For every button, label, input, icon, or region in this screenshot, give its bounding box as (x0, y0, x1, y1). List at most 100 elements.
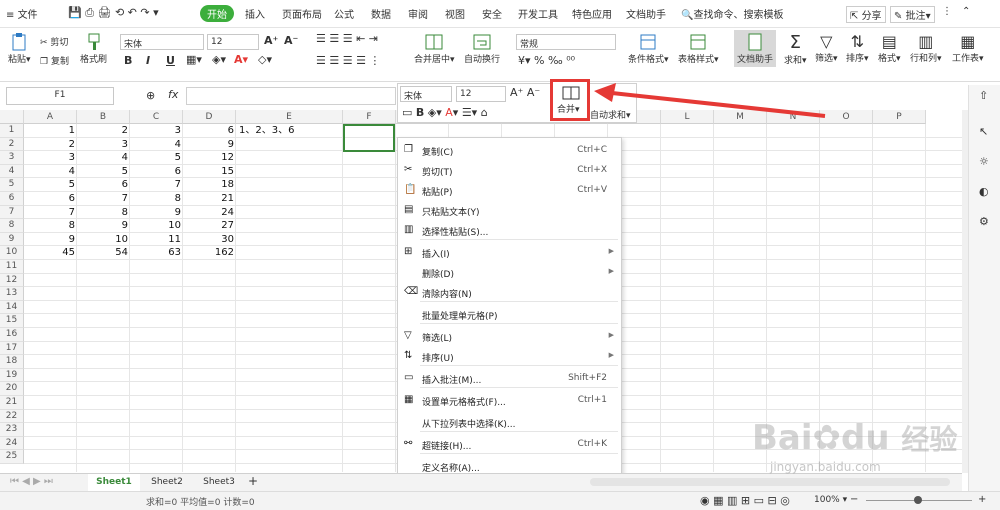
cell-C9[interactable]: 11 (130, 233, 183, 247)
row-header-7[interactable]: 7 (0, 205, 24, 220)
row-header-1[interactable]: 1 (0, 124, 24, 138)
context-menu-item[interactable]: 批量处理单元格(P) (398, 304, 621, 324)
row-header-20[interactable]: 20 (0, 382, 24, 396)
sheet-tab-3[interactable]: Sheet3 (194, 474, 244, 491)
cell-A2[interactable]: 2 (24, 138, 77, 152)
row-header-25[interactable]: 25 (0, 450, 24, 464)
context-menu-item[interactable]: 从下拉列表中选择(K)... (398, 412, 621, 432)
cell-E1[interactable]: 1、2、3、6 (236, 124, 346, 138)
font-color-icon[interactable]: A▾ (234, 53, 248, 66)
zoom-in-icon[interactable]: + (978, 494, 986, 505)
horizontal-scrollbar[interactable] (590, 478, 950, 486)
col-header-A[interactable]: A (24, 110, 77, 124)
context-menu-item[interactable]: ▭ 插入批注(M)... Shift+F2 (398, 368, 621, 388)
row-header-11[interactable]: 11 (0, 260, 24, 274)
font-size-select[interactable]: 12 (207, 34, 259, 50)
mini-size-select[interactable]: 12 (456, 86, 506, 102)
cell-A10[interactable]: 45 (24, 246, 77, 260)
cell-C6[interactable]: 8 (130, 192, 183, 206)
rowcol-button[interactable]: ▥ 行和列▾ (910, 32, 942, 64)
worksheet-button[interactable]: ▦ 工作表▾ (952, 32, 984, 64)
col-header-C[interactable]: C (130, 110, 183, 124)
cell-D5[interactable]: 18 (183, 178, 236, 192)
cell-A4[interactable]: 4 (24, 165, 77, 179)
cell-A1[interactable]: 1 (24, 124, 77, 138)
col-header-P[interactable]: P (873, 110, 926, 124)
cell-D8[interactable]: 27 (183, 219, 236, 233)
cell-A6[interactable]: 6 (24, 192, 77, 206)
share-button[interactable]: ⇱ 分享 (846, 6, 886, 23)
tab-insert[interactable]: 插入 (245, 6, 265, 21)
row-header-17[interactable]: 17 (0, 341, 24, 356)
mini-grow-font-icon[interactable]: A⁺ A⁻ (510, 86, 540, 99)
context-menu-item[interactable]: ❐ 复制(C) Ctrl+C (398, 140, 621, 160)
panel-icon-1[interactable]: ⇧ (979, 89, 988, 102)
panel-icon-2[interactable]: ↖ (979, 125, 988, 138)
cell-B10[interactable]: 54 (77, 246, 130, 260)
panel-icon-4[interactable]: ◐ (979, 185, 989, 198)
cell-B1[interactable]: 2 (77, 124, 130, 138)
row-header-23[interactable]: 23 (0, 423, 24, 437)
panel-icon-3[interactable]: ☼ (979, 155, 989, 168)
col-header-D[interactable]: D (183, 110, 236, 124)
font-select[interactable]: 宋体 (120, 34, 204, 50)
cut-button[interactable]: ✂ 剪切 (40, 35, 68, 48)
row-header-6[interactable]: 6 (0, 192, 24, 206)
cell-C8[interactable]: 10 (130, 219, 183, 233)
cell-C2[interactable]: 4 (130, 138, 183, 152)
bold-button[interactable]: B (124, 54, 132, 67)
name-box[interactable]: F1 (6, 87, 114, 105)
tab-review[interactable]: 审阅 (408, 6, 428, 21)
context-menu-item[interactable]: ▽ 筛选(L) ▶ (398, 326, 621, 346)
add-sheet-icon[interactable]: + (248, 474, 258, 488)
mini-font-select[interactable]: 宋体 (400, 86, 452, 102)
border-icon[interactable]: ▦▾ (186, 53, 202, 66)
row-header-2[interactable]: 2 (0, 137, 24, 152)
cell-D10[interactable]: 162 (183, 246, 236, 260)
cell-C3[interactable]: 5 (130, 151, 183, 165)
clear-format-icon[interactable]: ◇▾ (258, 53, 272, 66)
zoom-level[interactable]: 100% ▾ (814, 495, 847, 505)
zoom-out-icon[interactable]: − (850, 494, 858, 505)
row-header-18[interactable]: 18 (0, 355, 24, 369)
italic-button[interactable]: I (146, 54, 150, 67)
file-menu[interactable]: ≡ 文件 (6, 6, 38, 21)
cell-A7[interactable]: 7 (24, 206, 77, 220)
row-header-4[interactable]: 4 (0, 164, 24, 179)
cell-D6[interactable]: 21 (183, 192, 236, 206)
cell-C10[interactable]: 63 (130, 246, 183, 260)
grow-font-icon[interactable]: A⁺ (264, 34, 278, 47)
context-menu-item[interactable]: ✂ 剪切(T) Ctrl+X (398, 160, 621, 180)
context-menu-item[interactable]: ▦ 设置单元格格式(F)... Ctrl+1 (398, 390, 621, 410)
tab-special[interactable]: 特色应用 (572, 6, 612, 21)
row-header-21[interactable]: 21 (0, 396, 24, 410)
row-header-5[interactable]: 5 (0, 178, 24, 192)
tab-view[interactable]: 视图 (445, 6, 465, 21)
view-mode-icons[interactable]: ◉ ▦ ▥ ⊞ ▭ ⊟ ◎ (700, 494, 790, 507)
zoom-icon[interactable]: ⊕ (146, 89, 155, 102)
cell-D9[interactable]: 30 (183, 233, 236, 247)
cell-B3[interactable]: 4 (77, 151, 130, 165)
context-menu-item[interactable]: ⚯ 超链接(H)... Ctrl+K (398, 434, 621, 454)
cell-B7[interactable]: 8 (77, 206, 130, 220)
tab-home[interactable]: 开始 (200, 5, 234, 22)
corner-select-all[interactable] (0, 110, 24, 124)
copy-button[interactable]: ❐ 复制 (40, 54, 69, 67)
cell-A5[interactable]: 5 (24, 178, 77, 192)
col-header-E[interactable]: E (236, 110, 343, 124)
row-header-15[interactable]: 15 (0, 314, 24, 328)
row-header-22[interactable]: 22 (0, 409, 24, 424)
row-header-10[interactable]: 10 (0, 246, 24, 260)
cell-D7[interactable]: 24 (183, 206, 236, 220)
row-header-3[interactable]: 3 (0, 151, 24, 165)
cell-D2[interactable]: 9 (183, 138, 236, 152)
halign-icons[interactable]: ☰ ☰ ☰ ☰ ⋮ (316, 54, 380, 67)
sheet-tab-1[interactable]: Sheet1 (88, 474, 140, 491)
cell-B2[interactable]: 3 (77, 138, 130, 152)
number-format-select[interactable]: 常规 (516, 34, 616, 50)
col-header-F[interactable]: F (343, 110, 396, 124)
tab-developer[interactable]: 开发工具 (518, 6, 558, 21)
sheet-nav-icons[interactable]: ⏮ ◀ ▶ ⏭ (10, 476, 53, 487)
row-header-19[interactable]: 19 (0, 368, 24, 383)
context-menu-item[interactable]: 📋 粘贴(P) Ctrl+V (398, 180, 621, 200)
